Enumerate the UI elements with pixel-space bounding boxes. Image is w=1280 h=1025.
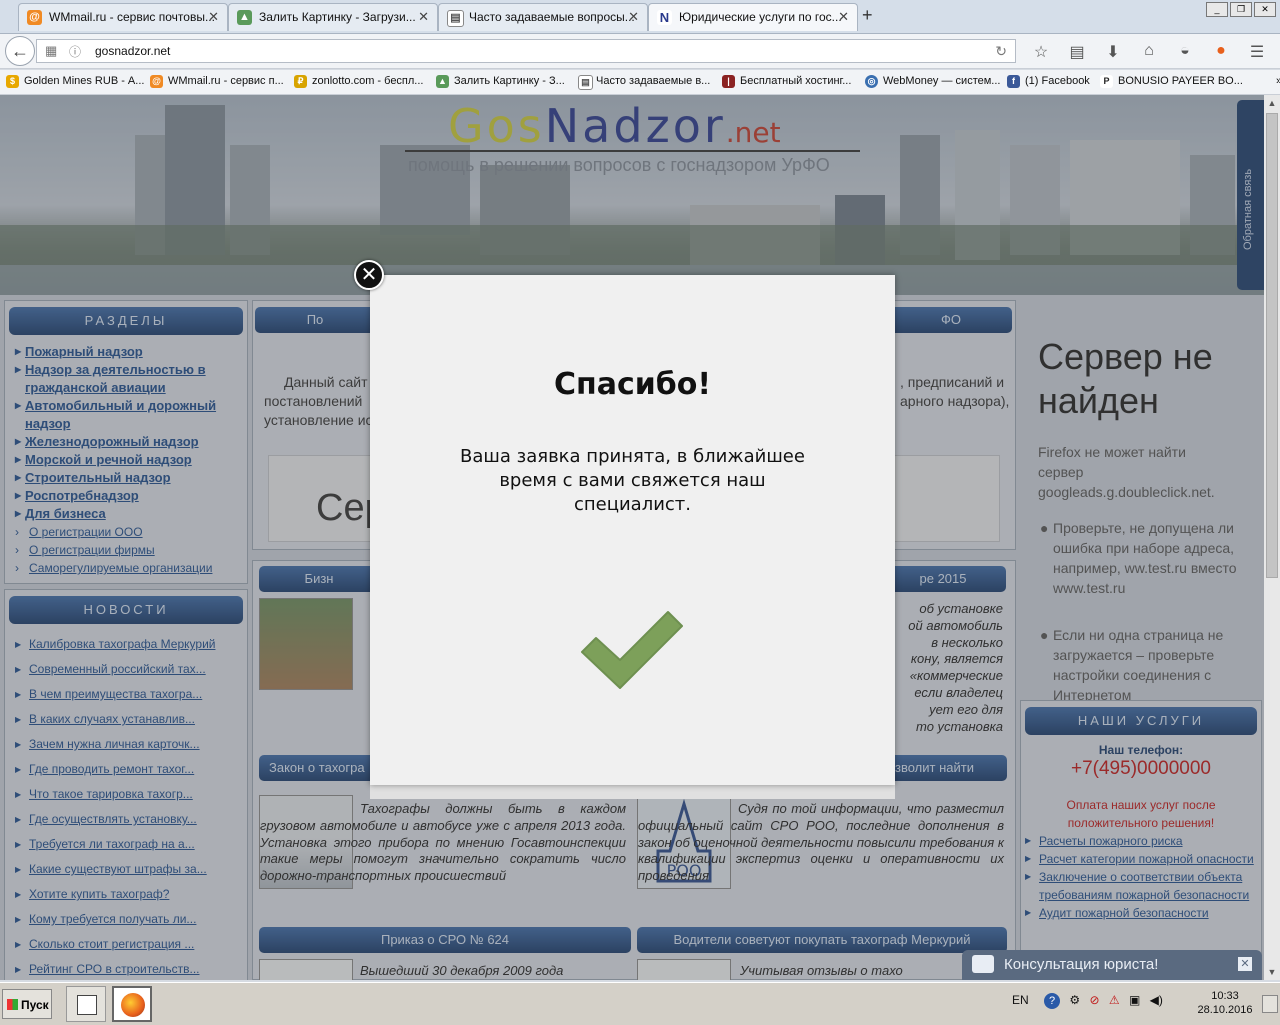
image-upload-icon: ▲ xyxy=(237,10,252,25)
thank-you-modal: Спасибо! Ваша заявка принята, в ближайше… xyxy=(370,275,895,785)
bookmark-item[interactable]: ▤ Часто задаваемые в... xyxy=(578,75,710,90)
wmmail-icon: @ xyxy=(150,75,163,88)
wmmail-icon: @ xyxy=(27,10,42,25)
chat-label: Консультация юриста! xyxy=(1004,956,1159,973)
volume-icon[interactable]: ◀) xyxy=(1150,993,1163,1007)
scrollbar-thumb[interactable] xyxy=(1266,113,1278,578)
webmoney-icon: ◎ xyxy=(865,75,878,88)
close-chat-icon[interactable]: ✕ xyxy=(1238,957,1252,971)
page-layout-icon: ▦ xyxy=(45,43,58,58)
facebook-icon: f xyxy=(1007,75,1020,88)
tab-gosnadzor[interactable]: N Юридические услуги по гос... ✕ xyxy=(648,3,858,31)
tray-settings-icon[interactable]: ⚙ xyxy=(1069,993,1080,1007)
tab-wmmail[interactable]: @ WMmail.ru - сервис почтовы... ✕ xyxy=(18,3,228,31)
image-upload-icon: ▲ xyxy=(436,75,449,88)
firefox-icon xyxy=(121,993,145,1017)
bookmark-item[interactable]: P BONUSIO PAYEER BO... xyxy=(1100,75,1243,88)
tab-image-upload[interactable]: ▲ Залить Картинку - Загрузи... ✕ xyxy=(228,3,438,31)
zonlotto-icon: ₽ xyxy=(294,75,307,88)
bookmark-item[interactable]: f (1) Facebook xyxy=(1007,75,1090,88)
firefox-taskbar-button[interactable] xyxy=(112,986,152,1022)
reading-list-icon[interactable]: ▤ xyxy=(1066,42,1088,62)
bookmark-item[interactable]: ▲ Залить Картинку - З... xyxy=(436,75,565,88)
tab-label: Юридические услуги по гос... xyxy=(679,10,842,24)
payeer-icon: P xyxy=(1100,75,1113,88)
tab-label: Часто задаваемые вопросы... xyxy=(469,10,635,24)
network-icon[interactable]: ▣ xyxy=(1129,993,1140,1007)
tab-label: WMmail.ru - сервис почтовы... xyxy=(49,10,215,24)
url-bar[interactable]: ▦ ⓘ gosnadzor.net ↻ xyxy=(36,39,1016,63)
maximize-icon[interactable]: ❐ xyxy=(1230,2,1252,17)
minimize-icon[interactable]: _ xyxy=(1206,2,1228,17)
url-text: gosnadzor.net xyxy=(95,44,171,58)
pocket-icon[interactable]: ◒ xyxy=(1174,42,1196,62)
download-icon[interactable]: ⬇ xyxy=(1102,42,1124,62)
bookmark-star-icon[interactable]: ☆ xyxy=(1030,42,1052,62)
navigation-bar: ← ▦ ⓘ gosnadzor.net ↻ ☆ ▤ ⬇ ⌂ ◒ ● ☰ xyxy=(0,34,1280,69)
toolbar-icons: ☆ ▤ ⬇ ⌂ ◒ ● ☰ xyxy=(1030,42,1268,62)
menu-icon[interactable]: ☰ xyxy=(1246,42,1268,62)
language-indicator[interactable]: EN xyxy=(1012,993,1029,1007)
clock[interactable]: 10:33 28.10.2016 xyxy=(1195,989,1255,1017)
page-icon: ▤ xyxy=(447,10,464,27)
bookmarks-overflow-icon[interactable]: » xyxy=(1258,75,1280,87)
bookmark-item[interactable]: @ WMmail.ru - сервис п... xyxy=(150,75,284,88)
bookmark-item[interactable]: ◎ WebMoney — систем... xyxy=(865,75,1000,88)
coin-icon: $ xyxy=(6,75,19,88)
close-tab-icon[interactable]: ✕ xyxy=(418,4,429,30)
sync-icon[interactable]: ● xyxy=(1210,42,1232,62)
antivirus-icon[interactable]: ⊘ xyxy=(1089,993,1099,1007)
close-tab-icon[interactable]: ✕ xyxy=(838,4,849,30)
bookmarks-bar: $ Golden Mines RUB - А... @ WMmail.ru - се… xyxy=(0,70,1280,95)
gosnadzor-icon: N xyxy=(657,10,672,25)
modal-title: Спасибо! xyxy=(553,367,712,402)
hosting-icon: | xyxy=(722,75,735,88)
bookmark-item[interactable]: ₽ zonlotto.com - беспл... xyxy=(294,75,423,88)
system-tray: EN ? ⚙ ⊘ ⚠ ▣ ◀) xyxy=(1012,993,1163,1009)
clock-date: 28.10.2016 xyxy=(1197,1004,1253,1016)
clock-time: 10:33 xyxy=(1211,990,1239,1002)
back-icon[interactable]: ← xyxy=(5,36,35,66)
close-window-icon[interactable]: ✕ xyxy=(1254,2,1276,17)
help-icon[interactable]: ? xyxy=(1044,993,1061,1009)
explorer-taskbar-button[interactable] xyxy=(66,986,106,1022)
start-button[interactable]: Пуск xyxy=(2,989,52,1019)
modal-footer xyxy=(370,785,895,799)
show-desktop-icon[interactable] xyxy=(1262,995,1278,1013)
new-tab-icon[interactable]: + xyxy=(862,5,873,26)
windows-logo-icon xyxy=(7,999,18,1010)
home-icon[interactable]: ⌂ xyxy=(1138,42,1160,62)
lawyer-chat-widget[interactable]: Консультация юриста! ✕ xyxy=(962,950,1262,980)
checkmark-icon xyxy=(581,611,683,689)
close-tab-icon[interactable]: ✕ xyxy=(208,4,219,30)
modal-close-icon[interactable]: ✕ xyxy=(354,260,384,290)
reload-icon[interactable]: ↻ xyxy=(995,43,1007,60)
window-controls: _ ❐ ✕ xyxy=(1206,2,1276,17)
modal-message: Ваша заявка принята, в ближайшее время с… xyxy=(460,446,805,515)
scroll-up-icon[interactable]: ▲ xyxy=(1264,95,1280,111)
close-tab-icon[interactable]: ✕ xyxy=(628,4,639,30)
scroll-down-icon[interactable]: ▼ xyxy=(1264,964,1280,980)
bookmark-item[interactable]: $ Golden Mines RUB - А... xyxy=(6,75,144,88)
page-scrollbar[interactable]: ▲ ▼ xyxy=(1264,95,1280,980)
tab-faq[interactable]: ▤ Часто задаваемые вопросы... ✕ xyxy=(438,3,648,31)
tab-bar: @ WMmail.ru - сервис почтовы... ✕ ▲ Зали… xyxy=(0,0,1280,34)
page-icon: ▤ xyxy=(578,75,593,90)
info-icon[interactable]: ⓘ xyxy=(69,43,81,60)
network-warning-icon[interactable]: ⚠ xyxy=(1109,993,1120,1007)
bookmark-item[interactable]: | Бесплатный хостинг... xyxy=(722,75,851,88)
chat-bubble-icon xyxy=(972,955,994,973)
window-icon xyxy=(77,995,97,1015)
windows-taskbar: Пуск EN ? ⚙ ⊘ ⚠ ▣ ◀) 10:33 28.10.2016 xyxy=(0,982,1280,1025)
tab-label: Залить Картинку - Загрузи... xyxy=(259,10,416,24)
